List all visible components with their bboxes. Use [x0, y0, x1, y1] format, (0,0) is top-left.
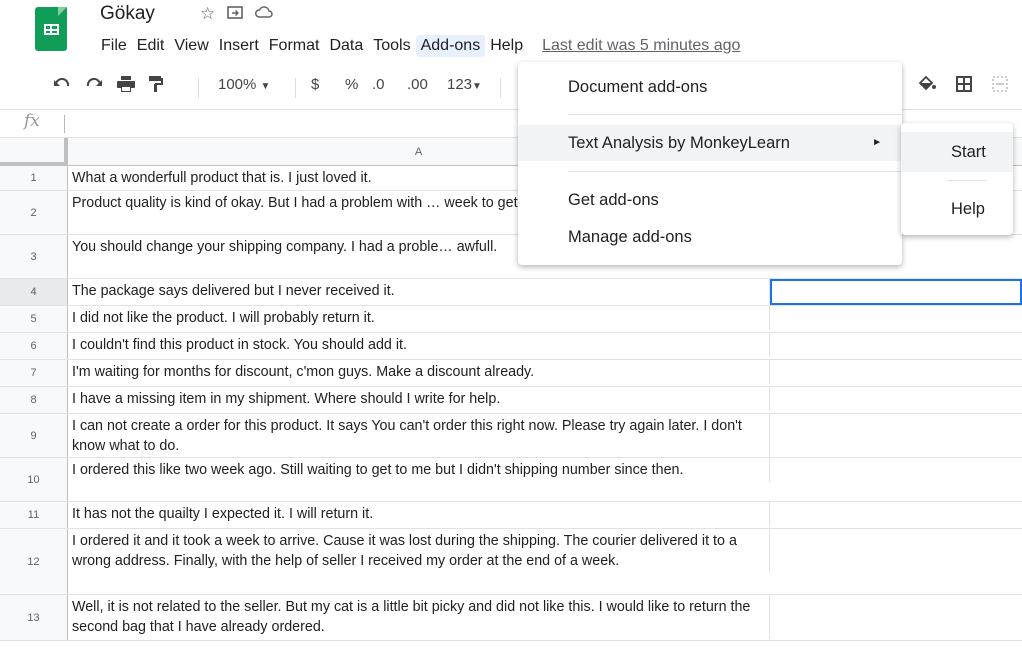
- cloud-status-icon[interactable]: [255, 4, 273, 24]
- table-row: 4 The package says delivered but I never…: [0, 279, 1022, 306]
- undo-icon[interactable]: [53, 76, 71, 94]
- table-row: 12 I ordered it and it took a week to ar…: [0, 529, 1022, 595]
- cell-a8[interactable]: I have a missing item in my shipment. Wh…: [68, 387, 770, 411]
- row-number[interactable]: 8: [0, 387, 68, 413]
- move-to-folder-icon[interactable]: [227, 4, 244, 24]
- percent-format-button[interactable]: %: [345, 76, 358, 93]
- menu-file[interactable]: File: [96, 35, 132, 57]
- cell-a12[interactable]: I ordered it and it took a week to arriv…: [68, 529, 770, 573]
- submenu-divider: [947, 180, 987, 181]
- zoom-select[interactable]: 100% ▼: [218, 76, 270, 93]
- cell-a9[interactable]: I can not create a order for this produc…: [68, 414, 770, 458]
- cell-a4[interactable]: The package says delivered but I never r…: [68, 279, 770, 303]
- menu-addons[interactable]: Add-ons: [415, 35, 486, 57]
- menu-edit[interactable]: Edit: [132, 35, 170, 57]
- table-row: 6 I couldn't find this product in stock.…: [0, 333, 1022, 360]
- chevron-down-icon: ▼: [260, 81, 271, 92]
- menu-divider: [568, 171, 902, 172]
- menu-help[interactable]: Help: [485, 35, 528, 57]
- row-number[interactable]: 3: [0, 235, 68, 278]
- row-number[interactable]: 5: [0, 306, 68, 332]
- submenu-item-help[interactable]: Help: [901, 189, 1013, 229]
- increase-decimal-button[interactable]: .00: [407, 76, 428, 93]
- table-row: 7 I'm waiting for months for discount, c…: [0, 360, 1022, 387]
- sheets-logo-icon[interactable]: [35, 7, 67, 51]
- cell-a5[interactable]: I did not like the product. I will proba…: [68, 306, 770, 330]
- row-number[interactable]: 9: [0, 414, 68, 457]
- text-analysis-label: Text Analysis by MonkeyLearn: [568, 134, 790, 152]
- menu-item-get-addons[interactable]: Get add-ons: [518, 182, 902, 218]
- cell-a11[interactable]: It has not the quailty I expected it. I …: [68, 502, 770, 526]
- fx-icon: fx: [24, 111, 40, 131]
- star-icon[interactable]: ☆: [200, 4, 215, 24]
- logo-fold: [58, 7, 67, 16]
- formula-bar-divider: [64, 115, 65, 133]
- decrease-decimal-label: .0: [372, 76, 385, 93]
- toolbar-divider: [500, 78, 501, 98]
- selected-cell-b4[interactable]: [770, 279, 1022, 305]
- row-number[interactable]: 6: [0, 333, 68, 359]
- toolbar-divider: [295, 78, 296, 98]
- cell-a6[interactable]: I couldn't find this product in stock. Y…: [68, 333, 770, 357]
- row-number[interactable]: 2: [0, 191, 68, 234]
- row-number[interactable]: 13: [0, 595, 68, 640]
- zoom-value: 100%: [218, 76, 257, 93]
- menu-format[interactable]: Format: [264, 35, 325, 57]
- toolbar-divider: [198, 78, 199, 98]
- submenu-item-start[interactable]: Start: [901, 132, 1013, 172]
- addons-dropdown-menu: Document add-ons Text Analysis by Monkey…: [518, 62, 902, 265]
- decrease-decimal-button[interactable]: .0: [372, 76, 385, 93]
- menu-insert[interactable]: Insert: [214, 35, 264, 57]
- menu-item-text-analysis[interactable]: Text Analysis by MonkeyLearn ►: [518, 125, 902, 161]
- row-number[interactable]: 1: [0, 166, 68, 190]
- print-icon[interactable]: [117, 76, 135, 96]
- table-row: 10 I ordered this like two week ago. Sti…: [0, 458, 1022, 502]
- cell-a10[interactable]: I ordered this like two week ago. Still …: [68, 458, 770, 482]
- last-edit-link[interactable]: Last edit was 5 minutes ago: [542, 37, 740, 55]
- table-row: 13 Well, it is not related to the seller…: [0, 595, 1022, 641]
- table-row: 8 I have a missing item in my shipment. …: [0, 387, 1022, 414]
- table-row: 5 I did not like the product. I will pro…: [0, 306, 1022, 333]
- row-number[interactable]: 12: [0, 529, 68, 594]
- select-all-corner[interactable]: [0, 138, 68, 166]
- more-formats-label: 123: [447, 76, 473, 93]
- menubar: File Edit View Insert Format Data Tools …: [96, 34, 740, 58]
- menu-item-manage-addons[interactable]: Manage add-ons: [518, 219, 902, 255]
- paint-format-icon[interactable]: [148, 76, 164, 96]
- menu-divider: [568, 114, 902, 115]
- document-title[interactable]: Gökay: [100, 3, 155, 25]
- menu-tools[interactable]: Tools: [368, 35, 415, 57]
- title-icons: ☆: [200, 4, 273, 24]
- currency-format-button[interactable]: $: [311, 76, 319, 93]
- monkeylearn-submenu: Start Help: [901, 123, 1013, 235]
- fill-color-icon[interactable]: [918, 75, 936, 96]
- menu-item-document-addons[interactable]: Document add-ons: [518, 69, 902, 105]
- row-number[interactable]: 7: [0, 360, 68, 386]
- cell-a7[interactable]: I'm waiting for months for discount, c'm…: [68, 360, 770, 384]
- table-row: 11 It has not the quailty I expected it.…: [0, 502, 1022, 529]
- submenu-arrow-icon: ►: [872, 137, 882, 148]
- logo-grid: [44, 24, 59, 35]
- cell-a13[interactable]: Well, it is not related to the seller. B…: [68, 595, 770, 639]
- row-number[interactable]: 11: [0, 502, 68, 528]
- menu-view[interactable]: View: [169, 35, 213, 57]
- table-row: 9 I can not create a order for this prod…: [0, 414, 1022, 458]
- row-number[interactable]: 4: [0, 279, 68, 305]
- redo-icon[interactable]: [85, 76, 103, 94]
- borders-icon[interactable]: [956, 76, 972, 96]
- chevron-down-icon: ▼: [472, 81, 482, 92]
- row-number[interactable]: 10: [0, 458, 68, 501]
- menu-data[interactable]: Data: [324, 35, 368, 57]
- merge-cells-icon[interactable]: [992, 76, 1008, 96]
- more-formats-button[interactable]: 123▼: [447, 76, 482, 93]
- increase-decimal-label: .00: [407, 76, 428, 93]
